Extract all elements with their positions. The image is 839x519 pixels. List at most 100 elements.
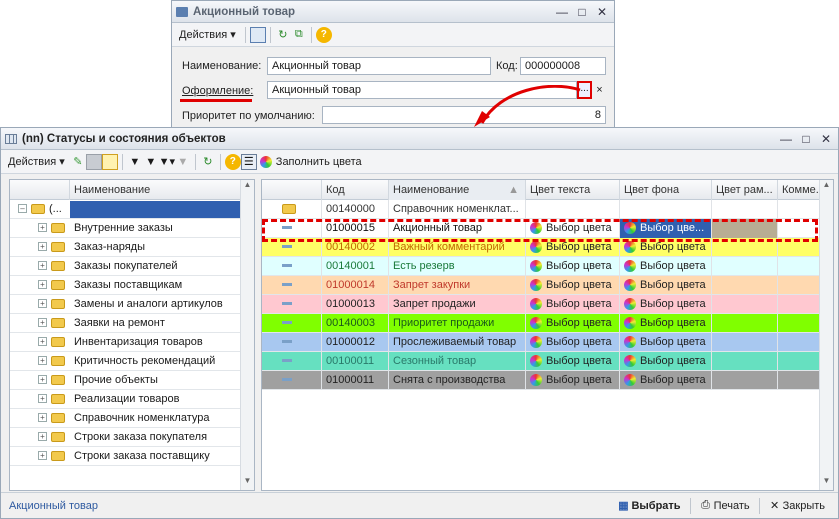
row-comment[interactable] <box>778 275 821 295</box>
row-text-color[interactable]: Выбор цвета <box>526 313 620 333</box>
row-border-color[interactable] <box>712 313 778 333</box>
row-text-color[interactable]: Выбор цвета <box>526 294 620 314</box>
expand-icon[interactable]: + <box>38 299 47 309</box>
row-comment[interactable] <box>778 256 821 276</box>
expand-icon[interactable]: + <box>38 356 47 366</box>
help-icon[interactable]: ? <box>224 153 241 170</box>
row-text-color[interactable]: Выбор цвета <box>526 256 620 276</box>
expand-icon[interactable]: + <box>38 223 47 233</box>
tree-item[interactable]: + Внутренние заказы <box>10 219 242 238</box>
minimize-icon[interactable]: — <box>778 131 794 147</box>
fill-colors-button[interactable]: Заполнить цвета <box>257 152 365 172</box>
save-icon[interactable] <box>85 153 102 170</box>
actions-menu-button[interactable]: Действия ▾ <box>5 152 68 172</box>
hierarchy-mode-icon[interactable] <box>101 153 118 170</box>
refresh-icon[interactable]: ↻ <box>200 154 216 170</box>
col-text-color[interactable]: Цвет текста <box>526 180 620 200</box>
col-comment[interactable]: Комме... <box>778 180 821 200</box>
row-text-color[interactable]: Выбор цвета <box>526 275 620 295</box>
table-row[interactable]: 00100011 Сезонный товар Выбор цвета Выбор ц… <box>262 351 821 371</box>
tree-item[interactable]: + Заказ-наряды <box>10 238 242 257</box>
row-comment[interactable] <box>778 332 821 352</box>
minimize-icon[interactable]: — <box>554 4 570 20</box>
filter-menu-icon[interactable]: ▼▾ <box>159 154 175 170</box>
scroll-up-icon[interactable]: ▲ <box>241 180 254 194</box>
statuses-titlebar[interactable]: (nn) Статусы и состояния объектов — □ ✕ <box>1 128 838 150</box>
row-bg-color[interactable]: Выбор цвета <box>620 332 712 352</box>
tree-header-name[interactable]: Наименование <box>70 180 242 200</box>
print-button[interactable]: ⎙ Печать <box>695 496 753 516</box>
tree-root[interactable]: – (... <box>10 200 242 219</box>
tree-item[interactable]: + Строки заказа поставщику <box>10 447 242 466</box>
row-border-color[interactable] <box>712 294 778 314</box>
actions-menu-button[interactable]: Действия ▾ <box>176 25 239 45</box>
row-bg-color[interactable]: Выбор цвета <box>620 370 712 390</box>
row-text-color[interactable] <box>526 199 620 219</box>
expand-icon[interactable]: + <box>38 432 47 442</box>
expand-icon[interactable]: + <box>38 375 47 385</box>
edit-icon[interactable]: ✎ <box>70 154 86 170</box>
row-bg-color[interactable]: Выбор цвета <box>620 256 712 276</box>
expand-icon[interactable]: + <box>38 413 47 423</box>
row-border-color[interactable] <box>712 370 778 390</box>
table-row[interactable]: 01000012 Прослеживаемый товар Выбор цвета В… <box>262 332 821 352</box>
select-button[interactable]: ▦ Выбрать <box>612 496 683 516</box>
tree-item[interactable]: + Заказы покупателей <box>10 257 242 276</box>
tree-item[interactable]: + Строки заказа покупателя <box>10 428 242 447</box>
row-comment[interactable] <box>778 351 821 371</box>
scroll-down-icon[interactable]: ▼ <box>241 476 254 490</box>
copy-icon[interactable]: ⧉ <box>291 27 307 43</box>
expand-icon[interactable]: + <box>38 280 47 290</box>
tree-item[interactable]: + Заказы поставщикам <box>10 276 242 295</box>
tree-item[interactable]: + Прочие объекты <box>10 371 242 390</box>
close-icon[interactable]: ✕ <box>818 131 834 147</box>
expand-icon[interactable]: + <box>38 394 47 404</box>
row-comment[interactable] <box>778 294 821 314</box>
name-field[interactable]: Акционный товар <box>267 57 491 75</box>
expand-icon[interactable]: + <box>38 451 47 461</box>
tree-item[interactable]: + Справочник номенклатура <box>10 409 242 428</box>
tree-scrollbar[interactable]: ▲ ▼ <box>240 180 254 490</box>
row-border-color[interactable] <box>712 332 778 352</box>
tree-item[interactable]: + Инвентаризация товаров <box>10 333 242 352</box>
expand-icon[interactable]: + <box>38 261 47 271</box>
tree-item[interactable]: + Заявки на ремонт <box>10 314 242 333</box>
item-dialog-titlebar[interactable]: Акционный товар — □ ✕ <box>172 1 614 23</box>
tree-item[interactable]: + Реализации товаров <box>10 390 242 409</box>
write-close-icon[interactable] <box>249 26 266 43</box>
table-row[interactable]: 01000014 Запрет закупки Выбор цвета Выбор ц… <box>262 275 821 295</box>
design-clear-button[interactable]: × <box>593 81 606 99</box>
scroll-down-icon[interactable]: ▼ <box>820 476 833 490</box>
row-bg-color[interactable] <box>620 199 712 219</box>
table-row[interactable]: 01000011 Снята с производства Выбор цвета В… <box>262 370 821 390</box>
tree-item[interactable]: + Критичность рекомендаций <box>10 352 242 371</box>
row-border-color[interactable] <box>712 199 778 219</box>
table-row[interactable]: 00140003 Приоритет продажи Выбор цвета Выбо… <box>262 313 821 333</box>
tree-item[interactable]: + Замены и аналоги артикулов <box>10 295 242 314</box>
col-border-color[interactable]: Цвет рам... <box>712 180 778 200</box>
col-code[interactable]: Код <box>322 180 389 200</box>
refresh-icon[interactable]: ↻ <box>275 27 291 43</box>
col-name[interactable]: Наименование ▲ <box>389 180 526 200</box>
row-bg-color[interactable]: Выбор цвета <box>620 294 712 314</box>
row-comment[interactable] <box>778 199 821 219</box>
row-text-color[interactable]: Выбор цвета <box>526 351 620 371</box>
expand-icon[interactable]: + <box>38 337 47 347</box>
row-comment[interactable] <box>778 313 821 333</box>
row-text-color[interactable]: Выбор цвета <box>526 332 620 352</box>
row-bg-color[interactable]: Выбор цвета <box>620 351 712 371</box>
row-border-color[interactable] <box>712 351 778 371</box>
col-bg-color[interactable]: Цвет фона <box>620 180 712 200</box>
expand-icon[interactable]: + <box>38 242 47 252</box>
tree-toggle-icon[interactable]: ☰ <box>240 153 257 170</box>
grid-scrollbar[interactable]: ▲ ▼ <box>819 180 833 490</box>
row-border-color[interactable] <box>712 275 778 295</box>
code-field[interactable]: 000000008 <box>520 57 606 75</box>
maximize-icon[interactable]: □ <box>798 131 814 147</box>
row-comment[interactable] <box>778 370 821 390</box>
help-icon[interactable]: ? <box>315 26 332 43</box>
clear-filter-icon[interactable]: ▼ <box>175 154 191 170</box>
close-icon[interactable]: ✕ <box>594 4 610 20</box>
maximize-icon[interactable]: □ <box>574 4 590 20</box>
row-bg-color[interactable]: Выбор цвета <box>620 313 712 333</box>
